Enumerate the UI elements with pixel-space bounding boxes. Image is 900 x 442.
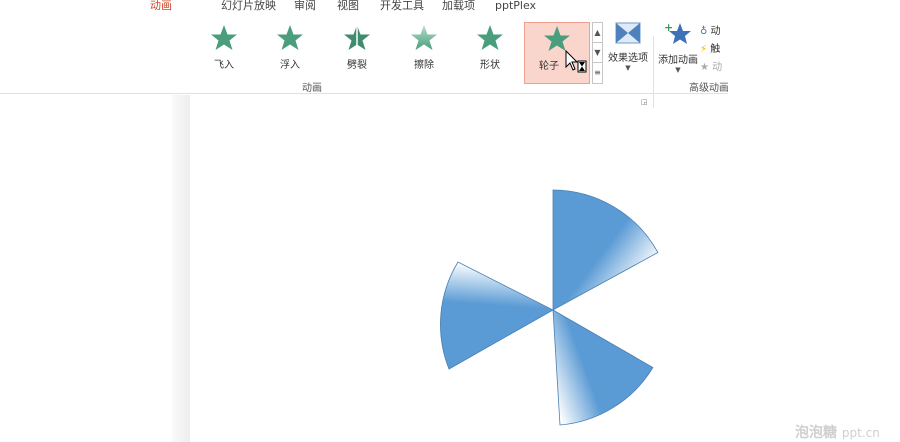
wheel-sector-2 [552,309,654,426]
watermark: 泡泡糖 ppt.cn [795,422,880,442]
slide-canvas [440,189,659,426]
busy-cursor-icon [565,49,587,73]
wheel-sector-3 [440,261,554,370]
wheel-sector-1 [552,189,659,311]
watermark-brand: 泡泡糖 [795,425,837,441]
watermark-url: ppt.cn [841,426,880,440]
